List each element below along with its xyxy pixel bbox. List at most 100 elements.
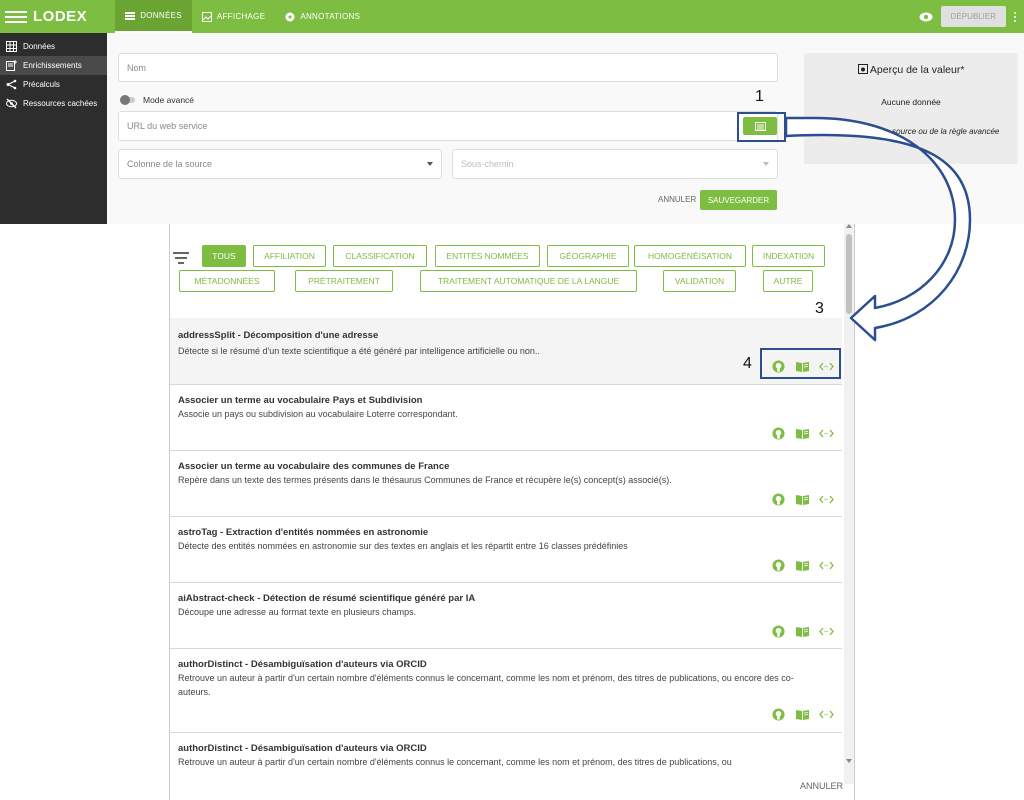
service-title: astroTag - Extraction d'entités nommées …: [178, 527, 429, 538]
chevron-down-icon: [763, 162, 769, 166]
list-item[interactable]: Associer un terme au vocabulaire Pays et…: [170, 384, 842, 450]
github-icon[interactable]: [771, 493, 786, 506]
service-title: aiAbstract-check - Détection de résumé s…: [178, 593, 476, 604]
service-description: Retrouve un auteur à partir d'un certain…: [178, 757, 732, 767]
book-icon[interactable]: [795, 427, 810, 440]
list-item[interactable]: authorDistinct - Désambiguïsation d'aute…: [170, 732, 842, 772]
list-item[interactable]: authorDistinct - Désambiguïsation d'aute…: [170, 648, 842, 732]
sidebar-item-precalculs[interactable]: Précalculs: [0, 75, 107, 94]
filter-chip-metadonnees[interactable]: MÉTADONNÉES: [179, 270, 275, 292]
api-code-icon[interactable]: [819, 493, 834, 506]
filter-chip-entites-nommees[interactable]: ENTITÉS NOMMÉES: [435, 245, 540, 267]
advanced-mode-toggle[interactable]: [120, 95, 135, 105]
app-bar: LODEX DONNÉES AFFICHAGE ANNOTATIONS DÉPU…: [0, 0, 1024, 33]
name-input[interactable]: Nom: [118, 53, 778, 82]
service-title: Associer un terme au vocabulaire Pays et…: [178, 395, 423, 406]
tab-donnees[interactable]: DONNÉES: [115, 0, 192, 33]
subpath-select[interactable]: Sous-chemin: [452, 149, 778, 179]
github-icon[interactable]: [771, 559, 786, 572]
preview-note: * valeur de la colonne source ou de la r…: [813, 127, 1000, 136]
sidebar-item-label: Enrichissements: [23, 61, 82, 70]
filter-chip-pretraitement[interactable]: PRÉTRAITEMENT: [295, 270, 393, 292]
list-item[interactable]: Associer un terme au vocabulaire des com…: [170, 450, 842, 516]
service-actions: [771, 708, 834, 721]
book-icon[interactable]: [795, 559, 810, 572]
filter-icon: [173, 252, 189, 267]
scroll-down-icon[interactable]: [846, 759, 852, 763]
app-logo[interactable]: LODEX: [33, 8, 87, 25]
preview-empty-text: Aucune donnée: [881, 97, 941, 107]
list-item[interactable]: addressSplit - Décomposition d'une adres…: [170, 318, 842, 384]
api-code-icon[interactable]: [819, 625, 834, 638]
list-item[interactable]: aiAbstract-check - Détection de résumé s…: [170, 582, 842, 648]
service-description: Retrouve un auteur à partir d'un certain…: [178, 673, 794, 697]
preview-icon: [857, 64, 868, 74]
chevron-down-icon: [427, 162, 433, 166]
tab-annotations[interactable]: ANNOTATIONS: [275, 0, 370, 33]
filter-chip-autre[interactable]: AUTRE: [763, 270, 813, 292]
scrollbar[interactable]: [844, 224, 854, 784]
menu-icon[interactable]: [5, 10, 27, 23]
service-actions: [771, 625, 834, 638]
name-placeholder: Nom: [127, 62, 147, 73]
advanced-mode-row: Mode avancé: [120, 95, 195, 105]
url-input[interactable]: URL du web service: [118, 111, 778, 141]
source-column-placeholder: Colonne de la source: [127, 159, 213, 169]
service-title: addressSplit - Décomposition d'une adres…: [178, 330, 379, 341]
sidebar-item-label: Données: [23, 42, 56, 51]
advanced-mode-label: Mode avancé: [143, 95, 195, 105]
api-code-icon[interactable]: [819, 559, 834, 572]
annotation-number-4: 4: [743, 355, 752, 372]
service-description: Détecte si le résumé d'un texte scientif…: [178, 346, 540, 356]
github-icon[interactable]: [771, 427, 786, 440]
scroll-thumb[interactable]: [846, 234, 852, 314]
service-actions: [771, 493, 834, 506]
filter-chip-validation[interactable]: VALIDATION: [663, 270, 736, 292]
filter-chip-affiliation[interactable]: AFFILIATION: [253, 245, 326, 267]
tab-annotations-label: ANNOTATIONS: [300, 12, 361, 21]
image-icon: [201, 11, 212, 22]
sidebar-item-enrichissements[interactable]: Enrichissements: [0, 56, 107, 75]
service-actions: [771, 559, 834, 572]
api-code-icon[interactable]: [819, 427, 834, 440]
filter-chip-tous[interactable]: TOUS: [202, 245, 246, 267]
service-description: Associe un pays ou subdivision au vocabu…: [178, 409, 458, 419]
service-title: authorDistinct - Désambiguïsation d'aute…: [178, 659, 427, 670]
save-button[interactable]: SAUVEGARDER: [700, 190, 777, 210]
annotation-box-4: [760, 348, 841, 379]
service-actions: [771, 427, 834, 440]
source-column-select[interactable]: Colonne de la source: [118, 149, 442, 179]
filter-chip-indexation[interactable]: INDEXATION: [752, 245, 825, 267]
filter-chip-homogeneisation[interactable]: HOMOGÉNÉISATION: [634, 245, 746, 267]
github-icon[interactable]: [771, 625, 786, 638]
dialog-cancel-button[interactable]: ANNULER: [800, 781, 843, 791]
api-code-icon[interactable]: [819, 708, 834, 721]
value-preview-panel: Aperçu de la valeur* Aucune donnée * val…: [804, 53, 1018, 164]
tab-affichage[interactable]: AFFICHAGE: [192, 0, 275, 33]
scroll-up-icon[interactable]: [846, 224, 852, 228]
github-icon[interactable]: [771, 708, 786, 721]
filter-chip-classification[interactable]: CLASSIFICATION: [333, 245, 427, 267]
unpublish-button[interactable]: DÉPUBLIER: [940, 6, 1006, 27]
table-icon: [6, 41, 17, 52]
sidebar-item-label: Ressources cachées: [23, 99, 98, 108]
more-vert-icon[interactable]: [1014, 11, 1016, 22]
eye-icon[interactable]: [919, 12, 933, 22]
sidebar-item-ressources-cachees[interactable]: Ressources cachées: [0, 94, 107, 113]
filter-chip-geographie[interactable]: GÉOGRAPHIE: [547, 245, 629, 267]
book-icon[interactable]: [795, 625, 810, 638]
top-nav: DONNÉES AFFICHAGE ANNOTATIONS: [115, 0, 370, 33]
url-placeholder: URL du web service: [127, 121, 208, 131]
sidebar-item-label: Précalculs: [23, 80, 60, 89]
book-icon[interactable]: [795, 708, 810, 721]
book-icon[interactable]: [795, 493, 810, 506]
flow-icon: [6, 79, 17, 90]
sidebar: Données Enrichissements Précalculs Resso…: [0, 33, 107, 224]
filter-chip-taln[interactable]: TRAITEMENT AUTOMATIQUE DE LA LANGUE: [420, 270, 637, 292]
list-item[interactable]: astroTag - Extraction d'entités nommées …: [170, 516, 842, 582]
service-description: Repère dans un texte des termes présents…: [178, 475, 672, 485]
sidebar-item-donnees[interactable]: Données: [0, 37, 107, 56]
preview-title-text: Aperçu de la valeur*: [869, 64, 965, 76]
tab-donnees-label: DONNÉES: [140, 11, 182, 20]
cancel-button[interactable]: ANNULER: [658, 195, 696, 204]
